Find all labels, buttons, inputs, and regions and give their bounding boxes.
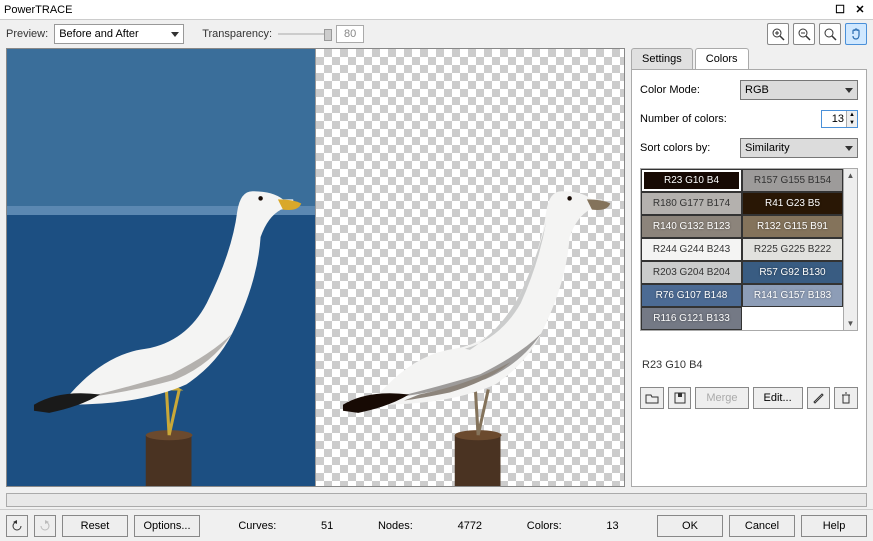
chevron-down-icon (845, 88, 853, 93)
preview-label: Preview: (6, 28, 48, 40)
color-swatch[interactable]: R23 G10 B4 (641, 169, 742, 192)
colors-value: 13 (606, 520, 618, 532)
close-button[interactable]: ✕ (851, 3, 869, 17)
save-palette-button[interactable] (668, 387, 692, 409)
color-swatch[interactable]: R157 G155 B154 (742, 169, 843, 192)
color-swatch[interactable]: R41 G23 B5 (742, 192, 843, 215)
color-swatch[interactable]: R57 G92 B130 (742, 261, 843, 284)
color-swatch[interactable]: R141 G157 B183 (742, 284, 843, 307)
undo-button[interactable] (6, 515, 28, 537)
side-panel: Settings Colors Color Mode: RGB Number o… (631, 48, 867, 487)
reset-button[interactable]: Reset (62, 515, 128, 537)
options-button[interactable]: Options... (134, 515, 200, 537)
stats-bar: Curves: 51 Nodes: 4772 Colors: 13 (206, 520, 651, 532)
edit-button[interactable]: Edit... (753, 387, 803, 409)
toolbar: Preview: Before and After Transparency: … (0, 20, 873, 48)
color-mode-value: RGB (745, 84, 769, 96)
colors-label: Colors: (527, 520, 562, 532)
num-colors-spinner[interactable]: ▲▼ (821, 110, 858, 128)
merge-button: Merge (695, 387, 748, 409)
delete-color-button[interactable] (834, 387, 858, 409)
selected-swatch-label: R23 G10 B4 (640, 341, 858, 377)
color-swatch[interactable]: R180 G177 B174 (641, 192, 742, 215)
footer: Reset Options... Curves: 51 Nodes: 4772 … (0, 509, 873, 541)
color-mode-label: Color Mode: (640, 84, 740, 96)
panel-tabs: Settings Colors (631, 48, 867, 70)
horizontal-scrollbar[interactable] (6, 493, 867, 507)
zoom-out-button[interactable] (793, 23, 815, 45)
chevron-down-icon (845, 146, 853, 151)
help-button[interactable]: Help (801, 515, 867, 537)
powertrace-window: PowerTRACE ☐ ✕ Preview: Before and After… (0, 0, 873, 541)
scroll-down-icon[interactable]: ▼ (847, 319, 855, 328)
titlebar: PowerTRACE ☐ ✕ (0, 0, 873, 20)
swatch-scrollbar[interactable]: ▲ ▼ (843, 169, 857, 330)
sort-colors-dropdown[interactable]: Similarity (740, 138, 858, 158)
curves-label: Curves: (238, 520, 276, 532)
preview-dropdown-value: Before and After (59, 28, 139, 40)
eyedropper-button[interactable] (807, 387, 831, 409)
tab-settings[interactable]: Settings (631, 48, 693, 69)
color-swatch[interactable]: R132 G115 B91 (742, 215, 843, 238)
preview-area[interactable] (6, 48, 625, 487)
after-pane (315, 49, 624, 486)
curves-value: 51 (321, 520, 333, 532)
zoom-fit-button[interactable] (819, 23, 841, 45)
pan-hand-button[interactable] (845, 23, 867, 45)
open-palette-button[interactable] (640, 387, 664, 409)
chevron-down-icon (171, 32, 179, 37)
num-colors-input[interactable] (822, 111, 846, 127)
colors-panel: Color Mode: RGB Number of colors: ▲▼ (631, 70, 867, 487)
color-mode-dropdown[interactable]: RGB (740, 80, 858, 100)
nodes-value: 4772 (458, 520, 482, 532)
num-colors-label: Number of colors: (640, 113, 740, 125)
color-swatch[interactable]: R244 G244 B243 (641, 238, 742, 261)
tab-colors[interactable]: Colors (695, 48, 749, 69)
main-area: Settings Colors Color Mode: RGB Number o… (0, 48, 873, 491)
transparency-slider: 80 (278, 25, 364, 43)
maximize-button[interactable]: ☐ (831, 3, 849, 17)
cancel-button[interactable]: Cancel (729, 515, 795, 537)
redo-button[interactable] (34, 515, 56, 537)
color-swatch[interactable]: R140 G132 B123 (641, 215, 742, 238)
spin-down[interactable]: ▼ (847, 119, 857, 127)
sort-colors-value: Similarity (745, 142, 790, 154)
color-swatch[interactable]: R76 G107 B148 (641, 284, 742, 307)
before-pane (7, 49, 315, 486)
nodes-label: Nodes: (378, 520, 413, 532)
swatch-list: R23 G10 B4R157 G155 B154R180 G177 B174R4… (640, 168, 858, 331)
color-actions: Merge Edit... (640, 387, 858, 409)
preview-dropdown[interactable]: Before and After (54, 24, 184, 44)
zoom-in-button[interactable] (767, 23, 789, 45)
ok-button[interactable]: OK (657, 515, 723, 537)
window-title: PowerTRACE (4, 4, 829, 16)
spin-up[interactable]: ▲ (847, 111, 857, 119)
transparency-label: Transparency: (202, 28, 272, 40)
scroll-up-icon[interactable]: ▲ (847, 171, 855, 180)
zoom-tools (767, 23, 867, 45)
sort-colors-label: Sort colors by: (640, 142, 740, 154)
color-swatch[interactable]: R203 G204 B204 (641, 261, 742, 284)
transparency-value: 80 (336, 25, 364, 43)
color-swatch[interactable]: R116 G121 B133 (641, 307, 742, 330)
color-swatch[interactable]: R225 G225 B222 (742, 238, 843, 261)
